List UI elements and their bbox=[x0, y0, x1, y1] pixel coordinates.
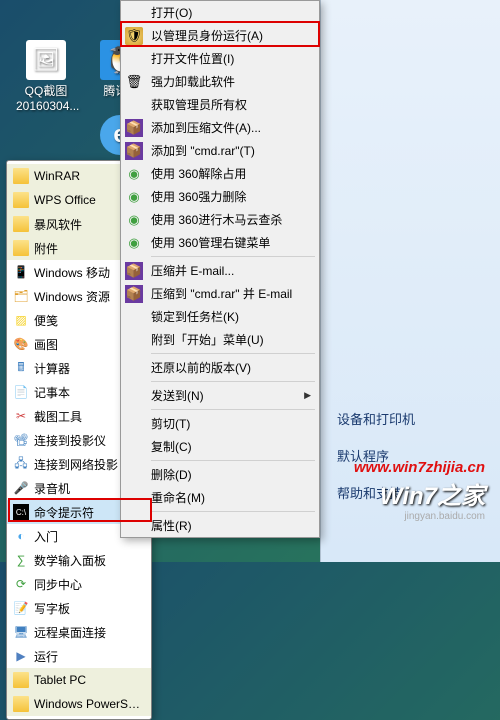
ctx-separator bbox=[151, 256, 315, 257]
ctx-separator bbox=[151, 353, 315, 354]
ctx-get-priv[interactable]: 获取管理员所有权 bbox=[121, 93, 319, 116]
ctx-properties[interactable]: 属性(R) bbox=[121, 514, 319, 537]
ctx-copy[interactable]: 复制(C) bbox=[121, 435, 319, 458]
ctx-pin-start[interactable]: 附到「开始」菜单(U) bbox=[121, 328, 319, 351]
ctx-separator bbox=[151, 381, 315, 382]
ctx-add-cmdrar[interactable]: 📦添加到 "cmd.rar"(T) bbox=[121, 139, 319, 162]
ctx-360-force[interactable]: ◉使用 360强力删除 bbox=[121, 185, 319, 208]
start-item-rdp[interactable]: 🖥远程桌面连接 bbox=[7, 620, 151, 644]
rar-icon: 📦 bbox=[125, 262, 143, 280]
context-menu: 打开(O) 🛡以管理员身份运行(A) 打开文件位置(I) 🗑强力卸载此软件 获取… bbox=[120, 0, 320, 538]
ctx-delete[interactable]: 删除(D) bbox=[121, 463, 319, 486]
ctx-open-location[interactable]: 打开文件位置(I) bbox=[121, 47, 319, 70]
ctx-restore[interactable]: 还原以前的版本(V) bbox=[121, 356, 319, 379]
rar-icon: 📦 bbox=[125, 119, 143, 137]
watermark-sub: jingyan.baidu.com bbox=[354, 511, 485, 522]
start-item-wordpad[interactable]: 📝写字板 bbox=[7, 596, 151, 620]
ctx-separator bbox=[151, 409, 315, 410]
ctx-add-archive[interactable]: 📦添加到压缩文件(A)... bbox=[121, 116, 319, 139]
watermark-url: www.win7zhijia.cn bbox=[354, 459, 485, 476]
ctx-uninstall[interactable]: 🗑强力卸载此软件 bbox=[121, 70, 319, 93]
desktop-label: QQ截图 20160304... bbox=[16, 82, 76, 113]
shield-icon: 🛡 bbox=[125, 27, 143, 45]
watermark: www.win7zhijia.cn Win7之家 jingyan.baidu.c… bbox=[354, 459, 485, 522]
watermark-brand: Win7之家 bbox=[354, 476, 485, 511]
ctx-360-unlock[interactable]: ◉使用 360解除占用 bbox=[121, 162, 319, 185]
ctx-sendto[interactable]: 发送到(N)▶ bbox=[121, 384, 319, 407]
uninstall-icon: 🗑 bbox=[125, 73, 143, 91]
ctx-360-scan[interactable]: ◉使用 360进行木马云查杀 bbox=[121, 208, 319, 231]
360-icon: ◉ bbox=[125, 211, 143, 229]
start-item-sync[interactable]: ⟳同步中心 bbox=[7, 572, 151, 596]
ctx-cut[interactable]: 剪切(T) bbox=[121, 412, 319, 435]
start-item-tablet[interactable]: Tablet PC bbox=[7, 668, 151, 692]
ctx-zip-email[interactable]: 📦压缩并 E-mail... bbox=[121, 259, 319, 282]
360-icon: ◉ bbox=[125, 234, 143, 252]
start-item-run[interactable]: ▶运行 bbox=[7, 644, 151, 668]
ctx-pin-taskbar[interactable]: 锁定到任务栏(K) bbox=[121, 305, 319, 328]
desktop-icon-screenshot[interactable]: 🖼 QQ截图 20160304... bbox=[16, 40, 76, 113]
ctx-open[interactable]: 打开(O) bbox=[121, 1, 319, 24]
start-item-mathinput[interactable]: ∑数学输入面板 bbox=[7, 548, 151, 572]
right-item-devices[interactable]: 设备和打印机 bbox=[321, 400, 500, 437]
ctx-rename[interactable]: 重命名(M) bbox=[121, 486, 319, 509]
ctx-separator bbox=[151, 460, 315, 461]
360-icon: ◉ bbox=[125, 188, 143, 206]
chevron-right-icon: ▶ bbox=[304, 390, 311, 401]
start-item-powershell[interactable]: Windows PowerShell bbox=[7, 692, 151, 716]
rar-icon: 📦 bbox=[125, 142, 143, 160]
rar-icon: 📦 bbox=[125, 285, 143, 303]
ctx-separator bbox=[151, 511, 315, 512]
ctx-360-menu[interactable]: ◉使用 360管理右键菜单 bbox=[121, 231, 319, 254]
360-icon: ◉ bbox=[125, 165, 143, 183]
ctx-runas-admin[interactable]: 🛡以管理员身份运行(A) bbox=[121, 24, 319, 47]
ctx-zip-cmd-email[interactable]: 📦压缩到 "cmd.rar" 并 E-mail bbox=[121, 282, 319, 305]
